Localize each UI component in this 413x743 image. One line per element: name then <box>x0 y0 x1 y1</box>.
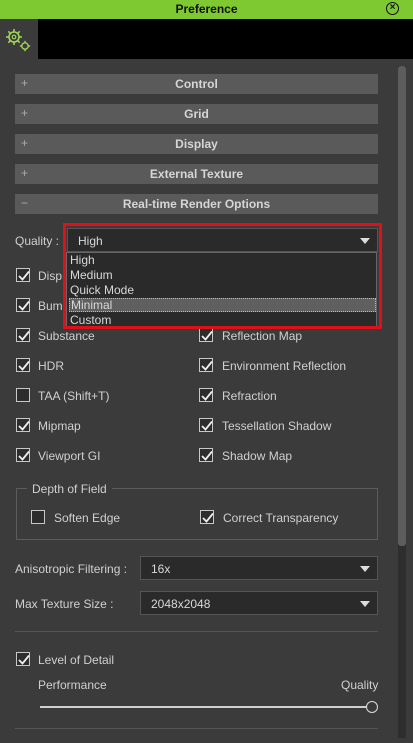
slider-min-label: Performance <box>38 678 107 692</box>
checkbox-label: Disp <box>38 269 63 283</box>
section-display[interactable]: + Display <box>15 134 378 154</box>
lod-slider-track[interactable] <box>40 706 371 708</box>
checkmark-icon <box>18 420 30 431</box>
checkbox-label: Correct Transparency <box>223 511 339 525</box>
tab-general[interactable] <box>0 19 38 59</box>
checkbox-label: Reflection Map <box>222 329 303 343</box>
checkbox-soften-edge[interactable] <box>31 510 45 524</box>
checkmark-icon <box>18 654 30 665</box>
section-label: Real-time Render Options <box>122 197 271 211</box>
anisotropic-select[interactable]: 16x <box>140 556 378 580</box>
section-label: Control <box>175 77 218 91</box>
lod-slider-handle[interactable] <box>366 701 378 713</box>
checkbox-label: TAA (Shift+T) <box>38 389 110 403</box>
checkmark-icon <box>201 360 213 371</box>
checkmark-icon <box>18 300 30 311</box>
checkmark-icon <box>201 330 213 341</box>
checkbox-label: Shadow Map <box>222 449 293 463</box>
checkbox-shadow-map[interactable] <box>199 448 213 462</box>
section-realtime-render-options[interactable]: − Real-time Render Options <box>15 194 378 214</box>
section-grid[interactable]: + Grid <box>15 104 378 124</box>
checkbox-label: HDR <box>38 359 64 373</box>
section-control[interactable]: + Control <box>15 74 378 94</box>
gears-icon <box>6 29 31 52</box>
checkbox-level-of-detail[interactable] <box>16 652 30 666</box>
title-bar: Preference × <box>0 0 413 19</box>
checkbox-label: Environment Reflection <box>222 359 347 373</box>
checkbox-label: Viewport GI <box>38 449 101 463</box>
checkbox-mipmap[interactable] <box>16 418 30 432</box>
slider-max-label: Quality <box>341 678 379 692</box>
checkbox-label: Soften Edge <box>54 511 121 525</box>
chevron-down-icon <box>360 566 370 572</box>
checkmark-icon <box>201 420 213 431</box>
section-label: External Texture <box>149 167 244 181</box>
depth-of-field-title: Depth of Field <box>27 482 112 496</box>
close-icon[interactable]: × <box>386 2 399 15</box>
scrollbar-thumb[interactable] <box>398 66 406 546</box>
checkbox-label: Tessellation Shadow <box>222 419 332 433</box>
checkbox-bump[interactable] <box>16 298 30 312</box>
checkmark-icon <box>18 270 30 281</box>
anisotropic-label: Anisotropic Filtering : <box>15 562 128 576</box>
checkbox-label: Mipmap <box>38 419 81 433</box>
checkbox-label: Substance <box>38 329 95 343</box>
section-label: Display <box>175 137 218 151</box>
checkbox-tessellation-shadow[interactable] <box>199 418 213 432</box>
checkbox-label: Bum <box>38 299 63 313</box>
divider <box>15 728 378 729</box>
divider <box>15 631 378 632</box>
checkbox-substance[interactable] <box>16 328 30 342</box>
checkbox-refraction[interactable] <box>199 388 213 402</box>
highlight-box <box>63 223 382 329</box>
checkbox-displacement[interactable] <box>16 268 30 282</box>
checkbox-reflection-map[interactable] <box>199 328 213 342</box>
checkbox-correct-transparency[interactable] <box>200 510 214 524</box>
checkbox-hdr[interactable] <box>16 358 30 372</box>
checkmark-icon <box>18 330 30 341</box>
checkbox-viewport-gi[interactable] <box>16 448 30 462</box>
checkmark-icon <box>18 450 30 461</box>
chevron-down-icon <box>360 601 370 607</box>
max-texture-label: Max Texture Size : <box>15 597 114 611</box>
toolbar <box>0 19 413 59</box>
checkbox-label: Refraction <box>222 389 277 403</box>
max-texture-value: 2048x2048 <box>151 597 211 611</box>
section-label: Grid <box>184 107 209 121</box>
checkmark-icon <box>18 360 30 371</box>
max-texture-select[interactable]: 2048x2048 <box>140 591 378 615</box>
checkmark-icon <box>202 512 214 523</box>
section-external-texture[interactable]: + External Texture <box>15 164 378 184</box>
checkmark-icon <box>201 390 213 401</box>
quality-label: Quality : <box>15 234 60 248</box>
anisotropic-value: 16x <box>151 562 171 576</box>
checkmark-icon <box>201 450 213 461</box>
checkbox-label: Level of Detail <box>38 653 115 667</box>
window-title: Preference <box>175 2 238 16</box>
checkbox-environment-reflection[interactable] <box>199 358 213 372</box>
checkbox-taa[interactable] <box>16 388 30 402</box>
